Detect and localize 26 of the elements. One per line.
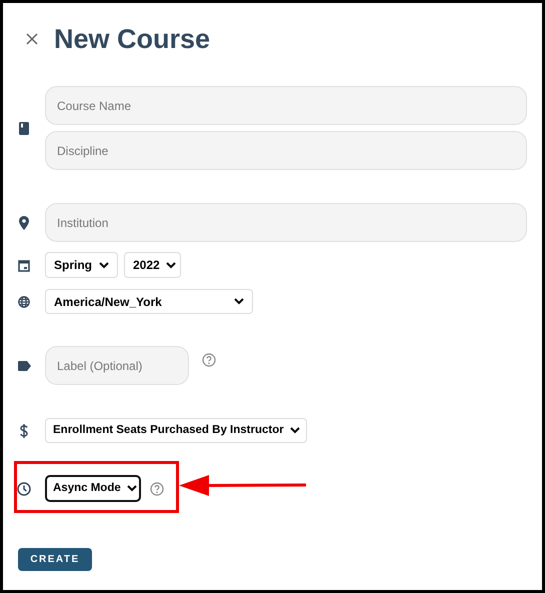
payment-select[interactable]: Enrollment Seats Purchased By Instructor: [45, 418, 307, 443]
chevron-down-icon: [234, 298, 244, 305]
location-pin-icon: [19, 216, 29, 230]
tag-icon: [18, 360, 30, 370]
chevron-down-icon: [126, 485, 137, 492]
dialog-title: New Course: [54, 22, 210, 56]
help-icon[interactable]: [150, 482, 164, 496]
season-select[interactable]: Spring: [45, 252, 118, 278]
course-name-field[interactable]: Course Name: [45, 86, 527, 125]
timezone-select[interactable]: America/New_York: [45, 289, 253, 314]
label-field[interactable]: Label (Optional): [45, 346, 189, 385]
globe-icon: [18, 296, 30, 308]
discipline-field[interactable]: Discipline: [45, 131, 527, 170]
clock-icon: [17, 482, 31, 496]
dollar-icon: [20, 424, 28, 438]
help-icon[interactable]: [202, 352, 216, 366]
chevron-down-icon: [290, 427, 300, 434]
calendar-icon: [18, 258, 30, 272]
create-button[interactable]: CREATE: [18, 548, 92, 571]
close-icon[interactable]: [26, 33, 38, 45]
institution-field[interactable]: Institution: [45, 203, 527, 242]
year-select[interactable]: 2022: [124, 252, 181, 278]
book-icon: [19, 122, 29, 134]
chevron-down-icon: [99, 262, 109, 268]
chevron-down-icon: [166, 262, 176, 268]
mode-select[interactable]: Async Mode: [45, 475, 141, 502]
